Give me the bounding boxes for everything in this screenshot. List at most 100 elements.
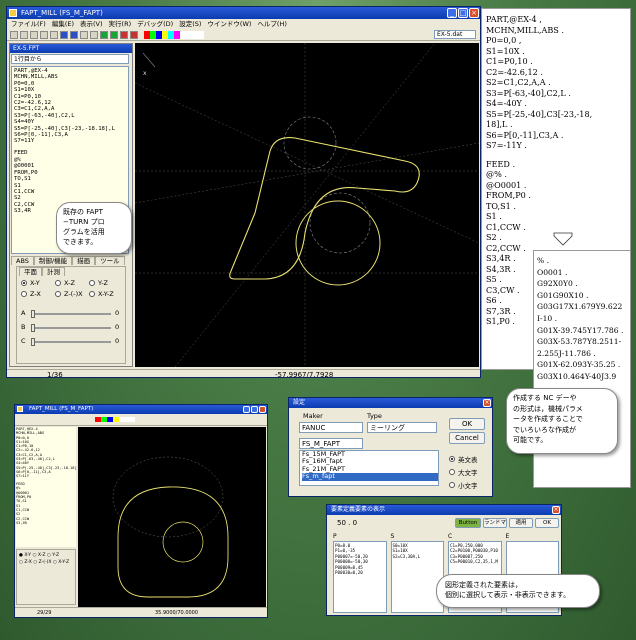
elements-title: 要素定義要素の表示: [331, 506, 386, 513]
color-palette[interactable]: [144, 30, 204, 39]
element-column-header[interactable]: S: [391, 533, 445, 541]
element-list[interactable]: S0=10X S1=10X S2=C3,30A,L: [390, 541, 444, 613]
radio-english[interactable]: 英文表: [449, 454, 478, 464]
source-listing-line: S7=-11Y .: [486, 140, 527, 150]
axis-c-slider[interactable]: [31, 338, 111, 346]
type-label: Type: [367, 412, 382, 420]
type-field[interactable]: ミーリング: [367, 422, 437, 433]
element-item[interactable]: C5=P00010,C2,35,1,M: [450, 559, 500, 564]
plane-xy-radio[interactable]: X-Y: [21, 279, 55, 287]
tab-plane[interactable]: 平面: [19, 267, 42, 276]
nc-line: G92X0Y0 .: [537, 279, 578, 289]
source-listing-line: TO,S1 .: [486, 200, 516, 211]
close-button[interactable]: ×: [552, 506, 560, 514]
small-toolbar: [15, 414, 267, 426]
element-list[interactable]: P0=0.0 P1=0,-35 P00007=-50,20 P00008=-50,30…: [333, 541, 387, 613]
plane-yz-radio[interactable]: Y-Z: [89, 279, 123, 287]
menu-view[interactable]: 表示(V): [80, 19, 103, 29]
main-statusbar: 1/36 -57.9967/7.7928: [7, 369, 480, 379]
callout1-text: 既存の FAPT −TURN プロ グラムを活用 できます。: [63, 208, 105, 246]
element-column-header[interactable]: E: [506, 533, 560, 541]
drawing-canvas[interactable]: x: [135, 43, 479, 367]
apply-button[interactable]: 適用: [509, 518, 533, 528]
tab-draw[interactable]: 描画: [72, 256, 96, 265]
break-icon[interactable]: [130, 30, 138, 39]
button-button[interactable]: Button: [455, 518, 481, 528]
menu-settings[interactable]: 設定(S): [179, 19, 201, 29]
redo-icon[interactable]: [70, 30, 78, 39]
tab-measure[interactable]: 計測: [42, 267, 65, 276]
find-icon[interactable]: [80, 30, 88, 39]
minimize-button[interactable]: _: [447, 8, 457, 18]
elements-ok-button[interactable]: OK: [535, 518, 559, 528]
copy-icon[interactable]: [50, 30, 58, 39]
small-radio-row-2[interactable]: ○ Z-X ○ Z-(-)X ○ X-Y-Z: [19, 559, 73, 566]
close-button[interactable]: [259, 406, 266, 413]
source-listing-line: @O0001 .: [486, 179, 527, 190]
small-source-code[interactable]: PART,@EX-4 MCHN,MILL,ABS P0=0,0 S1=10X C1=P0…: [16, 427, 76, 547]
tab-tool[interactable]: ツール: [95, 256, 125, 265]
menu-debug[interactable]: デバッグ(D): [137, 19, 173, 29]
small-control-panel: ● X-Y ○ X-Z ○ Y-Z ○ Z-X ○ Z-(-)X ○ X-Y-Z: [16, 549, 76, 605]
step-icon[interactable]: [110, 30, 118, 39]
plane-xyz-radio[interactable]: X-Y-Z: [89, 290, 123, 298]
maximize-button[interactable]: □: [458, 8, 468, 18]
radio-dot: [21, 280, 27, 286]
radio-dot: [449, 482, 455, 488]
machine-list[interactable]: Fs_15M_FAPT Fs_16M_fapt Fs_21M_FAPT Fs_m…: [299, 450, 439, 486]
plane-z-minus-x-radio[interactable]: Z-(-)X: [55, 290, 89, 298]
zoom-icon[interactable]: [90, 30, 98, 39]
slider-thumb[interactable]: [31, 310, 35, 318]
radio-lower[interactable]: 小文字: [449, 480, 478, 490]
main-title: FAPT_MILL (FS_M_FAPT): [21, 9, 103, 17]
undo-icon[interactable]: [60, 30, 68, 39]
plane-panel: 平面 計測 X-Y X-Z Y-Z Z-X Z-(-)X X-Y-Z A 0 B…: [16, 266, 126, 364]
element-item[interactable]: P00030=0,20: [335, 570, 385, 575]
machine-list-item-selected[interactable]: Fs_m_fapt: [302, 472, 438, 481]
file-box[interactable]: EX-5.dat: [434, 30, 476, 39]
small-title: FAPT_MILL (FS_M_FAPT): [29, 406, 94, 412]
tab-control[interactable]: 制御/機能: [33, 256, 73, 265]
small-radio-row-1[interactable]: ● X-Y ○ X-Z ○ Y-Z: [19, 552, 73, 559]
name-field[interactable]: FS_M_FAPT: [299, 438, 363, 449]
small-status-line: 29/29: [37, 610, 52, 616]
element-item[interactable]: S2=C3,30A,L: [393, 554, 443, 559]
cut-icon[interactable]: [40, 30, 48, 39]
stop-icon[interactable]: [120, 30, 128, 39]
tab-abs[interactable]: ABS: [11, 256, 34, 265]
maker-field[interactable]: FANUC: [299, 422, 363, 433]
slider-thumb[interactable]: [31, 324, 35, 332]
menu-run[interactable]: 実行(R): [109, 19, 132, 29]
small-drawing-canvas[interactable]: [78, 427, 266, 607]
axis-a-slider[interactable]: [31, 310, 111, 318]
cancel-button[interactable]: Cancel: [449, 432, 485, 444]
main-menubar: ファイル(F) 編集(E) 表示(V) 実行(R) デバッグ(D) 設定(S) …: [7, 19, 480, 29]
start-line-select[interactable]: 1行目から: [11, 54, 129, 64]
run-icon[interactable]: [100, 30, 108, 39]
small-color-palette[interactable]: [95, 417, 135, 422]
menu-edit[interactable]: 編集(E): [52, 19, 74, 29]
open-icon[interactable]: [20, 30, 28, 39]
plane-xz-radio[interactable]: X-Z: [55, 279, 89, 287]
menu-file[interactable]: ファイル(F): [11, 19, 46, 29]
save-icon[interactable]: [30, 30, 38, 39]
menu-help[interactable]: ヘルプ(H): [257, 19, 286, 29]
plane-zx-radio[interactable]: Z-X: [21, 290, 55, 298]
close-button[interactable]: ×: [483, 399, 491, 407]
close-button[interactable]: ×: [469, 8, 479, 18]
source-listing-line: C1,CCW .: [486, 221, 526, 232]
radio-upper[interactable]: 大文字: [449, 467, 478, 477]
element-column-header[interactable]: P: [333, 533, 387, 541]
axis-b-slider[interactable]: [31, 324, 111, 332]
ok-button[interactable]: OK: [449, 418, 485, 430]
menu-window[interactable]: ウインドウ(W): [207, 19, 251, 29]
minimize-button[interactable]: [243, 406, 250, 413]
slider-thumb[interactable]: [31, 338, 35, 346]
source-listing-line: [486, 151, 630, 159]
axis-b-value: 0: [115, 323, 120, 331]
axis-c-value: 0: [115, 337, 120, 345]
new-icon[interactable]: [10, 30, 18, 39]
landmark-button[interactable]: ランドマ: [483, 518, 507, 528]
element-column-header[interactable]: C: [448, 533, 502, 541]
maximize-button[interactable]: [251, 406, 258, 413]
